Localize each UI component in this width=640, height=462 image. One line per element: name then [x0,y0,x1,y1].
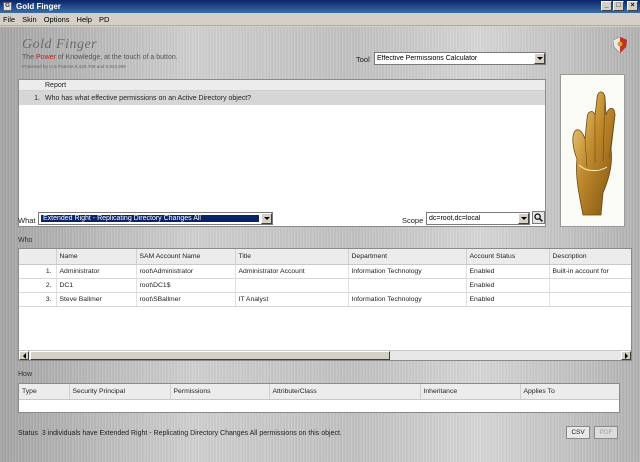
cell-description [549,292,631,307]
brand-logo-text: Gold Finger [22,37,98,52]
horizontal-scrollbar[interactable] [19,350,631,360]
tool-dropdown[interactable]: Effective Permissions Calculator [374,52,546,65]
maximize-button[interactable]: □ [613,1,624,11]
how-table: Type Security Principal Permissions Attr… [19,384,619,400]
report-row-text: Who has what effective permissions on an… [45,94,252,102]
cell-sam: root\Administrator [136,264,236,279]
who-table-panel: Name SAM Account Name Title Department A… [18,248,632,361]
column-header-permissions[interactable]: Permissions [170,384,270,400]
close-button[interactable]: × [627,1,638,11]
window-title: Gold Finger [16,2,61,11]
who-table-header: Name SAM Account Name Title Department A… [19,249,631,265]
table-row[interactable]: 1. Administrator root\Administrator Admi… [19,264,631,279]
brand-tagline: The Power of Knowledge, at the touch of … [22,54,178,61]
report-header-label: Report [45,81,67,89]
what-label: What [18,216,36,225]
scroll-right-icon[interactable] [621,351,631,360]
main-panel: Gold Finger The Power of Knowledge, at t… [0,27,640,462]
column-header-inheritance[interactable]: Inheritance [420,384,521,400]
csv-button[interactable]: CSV [566,426,590,439]
scope-value: dc=root,dc=local [429,215,481,222]
cell-description [549,278,631,293]
column-header-sam[interactable]: SAM Account Name [136,249,236,265]
report-row-number: 1. [34,94,40,102]
who-label: Who [18,237,33,244]
table-row[interactable]: 3. Steve Ballmer root\SBallmer IT Analys… [19,292,631,307]
scope-label: Scope [402,216,424,225]
column-header-name[interactable]: Name [56,249,137,265]
how-label: How [18,371,33,378]
tagline-end: of Knowledge, at the touch of a button. [55,54,178,61]
row-number: 1. [19,264,57,279]
status-label: Status [18,430,38,437]
app-icon: G [3,2,12,11]
cell-name: Steve Ballmer [56,292,137,307]
column-header-attribute-class[interactable]: Attribute/Class [269,384,421,400]
what-value: Extended Right - Replicating Directory C… [41,215,259,222]
cell-department [348,278,467,293]
report-panel: Report 1. Who has what effective permiss… [18,79,546,227]
row-number: 3. [19,292,57,307]
column-header-security-principal[interactable]: Security Principal [69,384,171,400]
golden-hand-image [560,74,625,227]
chevron-down-icon[interactable] [261,213,272,224]
shield-logo-icon [613,37,627,53]
table-row[interactable]: 2. DC1 root\DC1$ Enabled [19,278,631,293]
cell-account-status: Enabled [466,278,550,293]
cell-name: DC1 [56,278,137,293]
scope-dropdown[interactable]: dc=root,dc=local [426,212,530,225]
search-button[interactable] [532,211,545,224]
scroll-left-icon[interactable] [19,351,29,360]
cell-title [235,278,349,293]
who-table: Name SAM Account Name Title Department A… [19,249,631,307]
column-header-title[interactable]: Title [235,249,349,265]
tagline-start: The [22,54,37,61]
column-header[interactable] [19,249,57,265]
column-header-account-status[interactable]: Account Status [466,249,550,265]
cell-title: IT Analyst [235,292,349,307]
status-bar: Status 3 individuals have Extended Right … [18,430,342,437]
minimize-button[interactable]: _ [601,1,612,11]
report-row[interactable]: 1. Who has what effective permissions on… [19,91,545,105]
how-table-panel: Type Security Principal Permissions Attr… [18,383,620,413]
cell-sam: root\DC1$ [136,278,236,293]
cell-account-status: Enabled [466,292,550,307]
cell-account-status: Enabled [466,264,550,279]
scroll-track[interactable] [29,351,621,360]
menu-help[interactable]: Help [77,15,92,24]
tool-label: Tool [356,55,370,64]
report-header: Report [19,80,545,91]
status-text: 3 individuals have Extended Right - Repl… [41,430,342,437]
tool-value: Effective Permissions Calculator [377,55,478,62]
cell-name: Administrator [56,264,137,279]
menu-pd[interactable]: PD [99,15,109,24]
menu-skin[interactable]: Skin [22,15,37,24]
window-controls: _ □ × [601,1,638,11]
tagline-accent: Power [36,54,56,61]
pdf-button[interactable]: PDF [594,426,618,439]
patent-notice: Protected by U.S Patents 8,429,708 and 8… [22,64,126,69]
cell-sam: root\SBallmer [136,292,236,307]
column-header-description[interactable]: Description [549,249,631,265]
chevron-down-icon[interactable] [518,213,529,224]
how-table-header: Type Security Principal Permissions Attr… [19,384,619,400]
scroll-thumb[interactable] [30,351,390,360]
cell-title: Administrator Account [235,264,349,279]
column-header-department[interactable]: Department [348,249,467,265]
cell-department: Information Technology [348,264,467,279]
menu-file[interactable]: File [3,15,15,24]
cell-department: Information Technology [348,292,467,307]
what-dropdown[interactable]: Extended Right - Replicating Directory C… [38,212,273,225]
title-bar: G Gold Finger _ □ × [0,0,640,13]
row-number: 2. [19,278,57,293]
golden-hand-icon [572,91,616,216]
chevron-down-icon[interactable] [534,53,545,64]
menu-options[interactable]: Options [44,15,70,24]
column-header-applies-to[interactable]: Applies To [520,384,619,400]
menu-bar: File Skin Options Help PD [0,13,640,26]
cell-description: Built-in account for [549,264,631,279]
column-header-type[interactable]: Type [19,384,70,400]
search-icon [534,213,543,222]
